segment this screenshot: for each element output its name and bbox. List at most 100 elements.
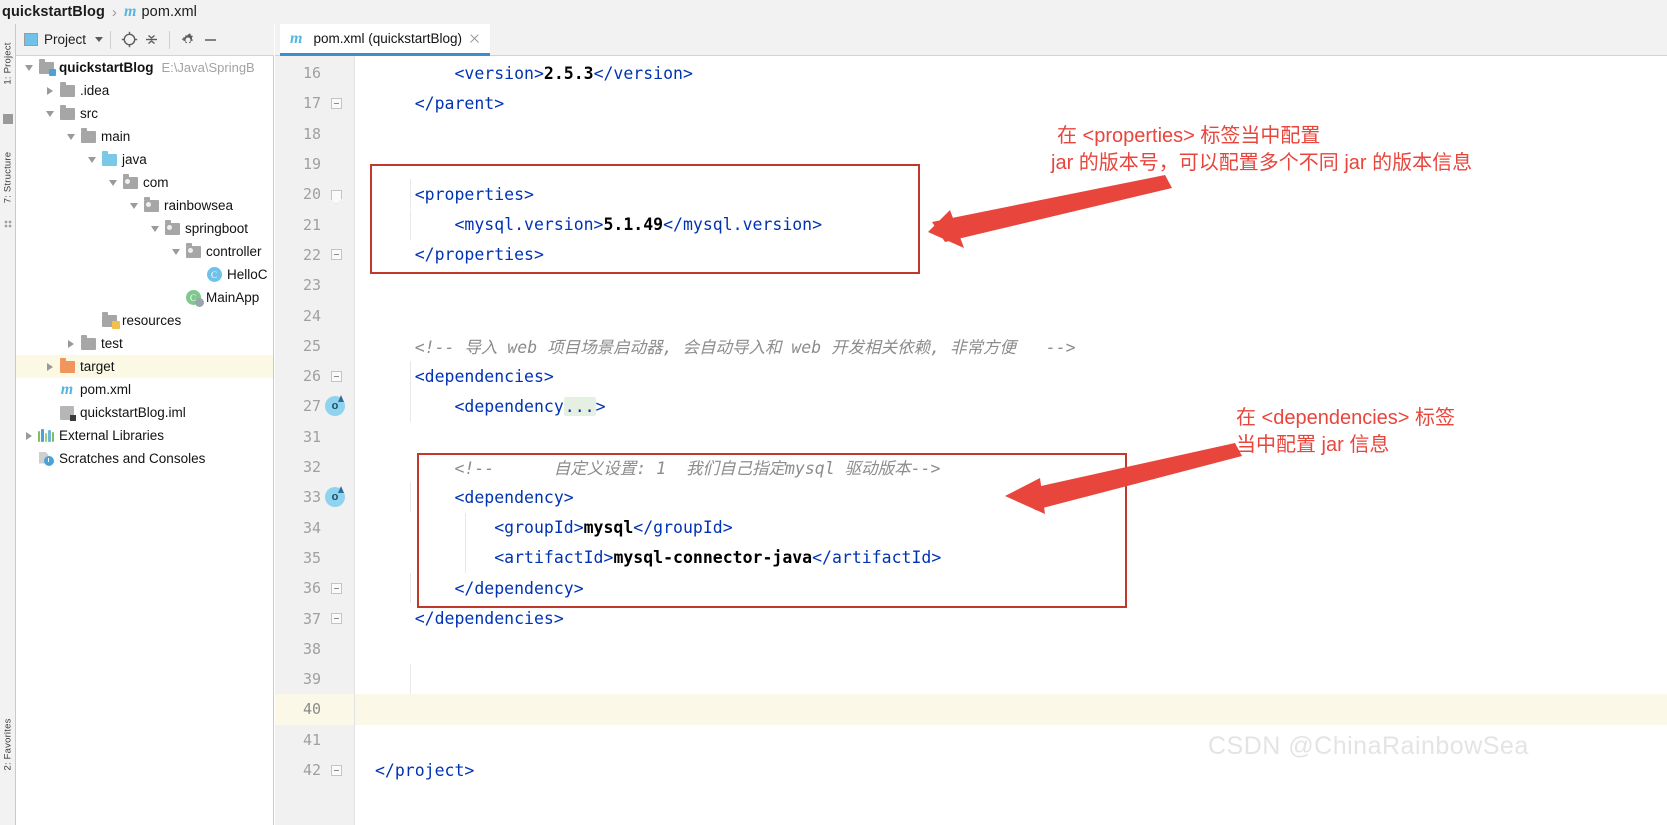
gutter-line-17[interactable]: 17 bbox=[275, 88, 355, 118]
gutter-line-32[interactable]: 32 bbox=[275, 452, 355, 482]
gutter-line-23[interactable]: 23 bbox=[275, 270, 355, 300]
code-line-37[interactable]: </dependencies> bbox=[355, 603, 1667, 633]
tool-tab-structure[interactable]: 7: Structure bbox=[3, 151, 14, 205]
fold-collapse-icon[interactable] bbox=[325, 582, 347, 594]
code-line-21[interactable]: <mysql.version>5.1.49</mysql.version> bbox=[355, 210, 1667, 240]
code-line-26[interactable]: <dependencies> bbox=[355, 361, 1667, 391]
gutter-line-20[interactable]: 20 bbox=[275, 179, 355, 209]
code-line-31[interactable] bbox=[355, 422, 1667, 452]
gutter-line-18[interactable]: 18 bbox=[275, 119, 355, 149]
tool-tab-favorites[interactable]: 2: Favorites bbox=[3, 718, 14, 772]
chevron-down-icon[interactable] bbox=[106, 179, 120, 186]
tree-item-mainapp[interactable]: C MainApp bbox=[16, 286, 273, 309]
code-line-40[interactable] bbox=[355, 694, 1667, 725]
fold-region-start-icon[interactable] bbox=[325, 189, 347, 199]
gutter-line-16[interactable]: 16 bbox=[275, 58, 355, 88]
chevron-right-icon[interactable] bbox=[22, 431, 36, 440]
tree-item-pom-xml[interactable]: m pom.xml bbox=[16, 378, 273, 401]
chevron-right-icon[interactable] bbox=[43, 86, 57, 95]
code-line-35[interactable]: <artifactId>mysql-connector-java</artifa… bbox=[355, 543, 1667, 573]
fold-collapse-icon[interactable] bbox=[325, 97, 347, 109]
gutter-line-31[interactable]: 31 bbox=[275, 422, 355, 452]
tree-item-helloc[interactable]: C HelloC bbox=[16, 263, 273, 286]
editor-tab-pom[interactable]: m pom.xml (quickstartBlog) bbox=[280, 24, 490, 56]
fold-collapse-icon[interactable] bbox=[325, 249, 347, 261]
project-view-selector[interactable]: Project bbox=[24, 32, 104, 47]
editor-gutter[interactable]: 16 17 18 19 20 21 22 23 24 25 26 27 o 31 32 33 o 34 35 36 37… bbox=[275, 56, 355, 825]
code-line-18[interactable] bbox=[355, 119, 1667, 149]
code-line-36[interactable]: </dependency> bbox=[355, 573, 1667, 603]
tree-item-quickstartblog[interactable]: quickstartBlog E:\Java\SpringB bbox=[16, 56, 273, 79]
code-line-38[interactable] bbox=[355, 634, 1667, 664]
gutter-line-36[interactable]: 36 bbox=[275, 573, 355, 603]
tool-strip-icon[interactable] bbox=[3, 114, 13, 124]
breadcrumb-project[interactable]: quickstartBlog bbox=[2, 4, 105, 20]
chevron-down-icon[interactable] bbox=[169, 248, 183, 255]
gutter-line-35[interactable]: 35 bbox=[275, 543, 355, 573]
gutter-line-19[interactable]: 19 bbox=[275, 149, 355, 179]
chevron-right-icon[interactable] bbox=[43, 362, 57, 371]
code-line-24[interactable] bbox=[355, 300, 1667, 330]
gutter-line-25[interactable]: 25 bbox=[275, 331, 355, 361]
chevron-right-icon[interactable] bbox=[64, 339, 78, 348]
code-line-20[interactable]: <properties> bbox=[355, 179, 1667, 209]
collapse-all-icon[interactable] bbox=[140, 29, 162, 51]
tool-tab-project[interactable]: 1: Project bbox=[3, 39, 14, 89]
code-token: </mysql.version> bbox=[663, 215, 823, 235]
fold-collapse-icon[interactable] bbox=[325, 613, 347, 625]
code-line-22[interactable]: </properties> bbox=[355, 240, 1667, 270]
project-tree[interactable]: quickstartBlog E:\Java\SpringB .idea src mai… bbox=[16, 56, 274, 825]
fold-collapse-icon[interactable] bbox=[325, 370, 347, 382]
chevron-down-icon[interactable] bbox=[22, 64, 36, 71]
tree-item-src[interactable]: src bbox=[16, 102, 273, 125]
gutter-line-37[interactable]: 37 bbox=[275, 603, 355, 633]
gutter-line-24[interactable]: 24 bbox=[275, 300, 355, 330]
chevron-down-icon[interactable] bbox=[127, 202, 141, 209]
gutter-line-22[interactable]: 22 bbox=[275, 240, 355, 270]
chevron-down-icon[interactable] bbox=[85, 156, 99, 163]
code-line-27[interactable]: <dependency...> bbox=[355, 391, 1667, 421]
gutter-line-40[interactable]: 40 bbox=[275, 694, 355, 725]
tree-item-test[interactable]: test bbox=[16, 332, 273, 355]
minimize-icon[interactable] bbox=[199, 29, 221, 51]
chevron-down-icon[interactable] bbox=[95, 37, 104, 42]
gutter-line-41[interactable]: 41 bbox=[275, 725, 355, 755]
chevron-down-icon[interactable] bbox=[64, 133, 78, 140]
code-line-23[interactable] bbox=[355, 270, 1667, 300]
breadcrumb-file[interactable]: pom.xml bbox=[141, 4, 197, 20]
code-line-16[interactable]: <version>2.5.3</version> bbox=[355, 58, 1667, 88]
gutter-line-34[interactable]: 34 bbox=[275, 513, 355, 543]
gutter-line-39[interactable]: 39 bbox=[275, 664, 355, 694]
gutter-line-26[interactable]: 26 bbox=[275, 361, 355, 391]
code-line-34[interactable]: <groupId>mysql</groupId> bbox=[355, 513, 1667, 543]
tree-item-idea[interactable]: .idea bbox=[16, 79, 273, 102]
tree-item-quickstartblog-iml[interactable]: quickstartBlog.iml bbox=[16, 401, 273, 424]
gutter-line-21[interactable]: 21 bbox=[275, 210, 355, 240]
code-line-39[interactable] bbox=[355, 664, 1667, 694]
tree-item-controller[interactable]: controller bbox=[16, 240, 273, 263]
tree-item-external-libraries[interactable]: External Libraries bbox=[16, 424, 273, 447]
chevron-down-icon[interactable] bbox=[43, 110, 57, 117]
tree-item-com[interactable]: com bbox=[16, 171, 273, 194]
tree-item-main[interactable]: main bbox=[16, 125, 273, 148]
gutter-line-42[interactable]: 42 bbox=[275, 755, 355, 785]
gear-icon[interactable] bbox=[177, 29, 199, 51]
code-token: > bbox=[595, 396, 606, 416]
tool-strip-dots-icon[interactable] bbox=[4, 220, 12, 228]
tree-item-scratches-and-consoles[interactable]: Scratches and Consoles bbox=[16, 447, 273, 470]
chevron-down-icon[interactable] bbox=[148, 225, 162, 232]
gutter-line-38[interactable]: 38 bbox=[275, 634, 355, 664]
code-line-32[interactable]: <!-- 自定义设置: 1 我们自己指定mysql 驱动版本--> bbox=[355, 452, 1667, 482]
tree-item-target[interactable]: target bbox=[16, 355, 273, 378]
code-line-25[interactable]: <!-- 导入 web 项目场景启动器, 会自动导入和 web 开发相关依赖, … bbox=[355, 331, 1667, 361]
target-icon[interactable] bbox=[118, 29, 140, 51]
tree-item-resources[interactable]: resources bbox=[16, 309, 273, 332]
tree-item-rainbowsea[interactable]: rainbowsea bbox=[16, 194, 273, 217]
tree-item-label: springboot bbox=[185, 221, 249, 236]
fold-collapse-icon[interactable] bbox=[325, 764, 347, 776]
code-line-33[interactable]: <dependency> bbox=[355, 482, 1667, 512]
tree-item-springboot[interactable]: springboot bbox=[16, 217, 273, 240]
tree-item-java[interactable]: java bbox=[16, 148, 273, 171]
code-line-17[interactable]: </parent> bbox=[355, 88, 1667, 118]
close-icon[interactable] bbox=[468, 33, 480, 45]
